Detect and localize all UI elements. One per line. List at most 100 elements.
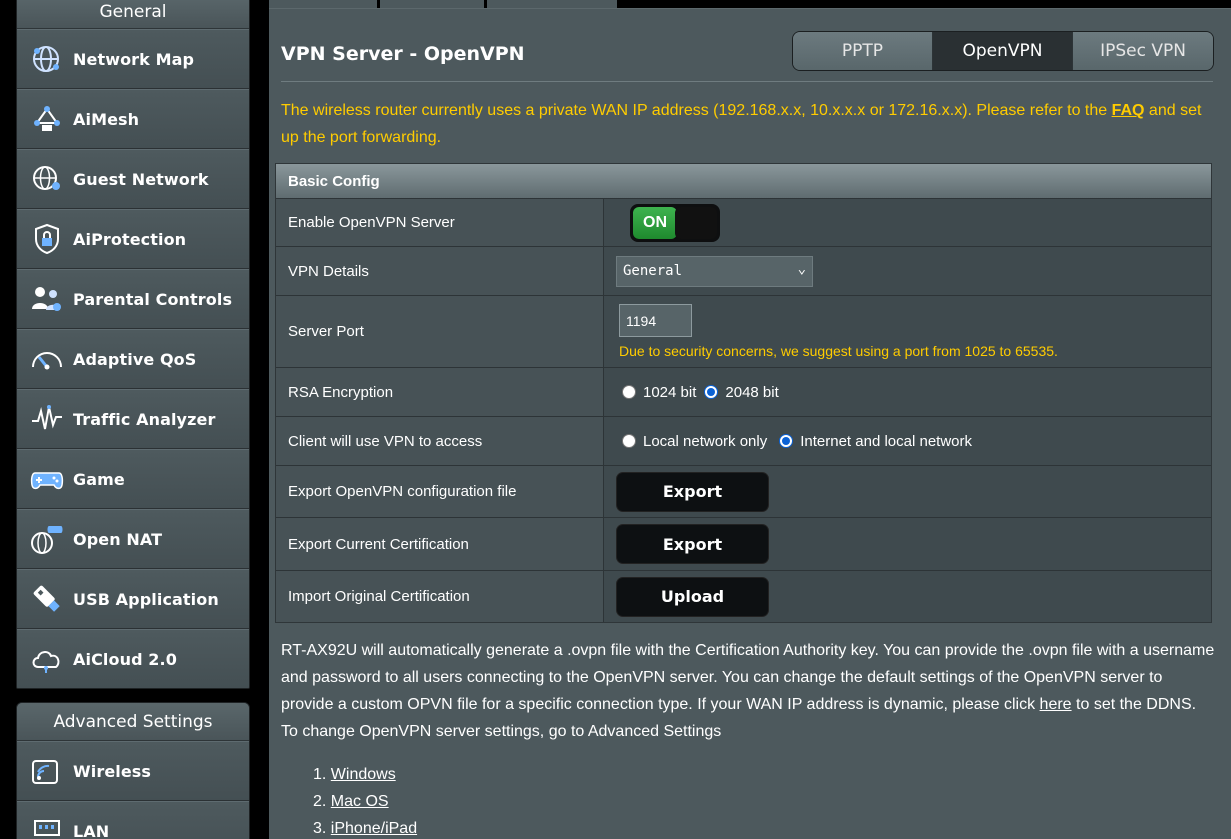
open-nat-icon	[23, 515, 71, 563]
aicloud-icon	[23, 635, 71, 683]
advanced-menu-header: Advanced Settings	[17, 703, 249, 741]
wan-ip-notice: The wireless router currently uses a pri…	[281, 97, 1216, 151]
access-internet-radio[interactable]: Internet and local network	[779, 433, 972, 450]
list-item: 2. Mac OS	[313, 793, 389, 810]
access-local-radio[interactable]: Local network only	[622, 433, 767, 450]
row-client-access: Client will use VPN to access Local netw…	[276, 416, 1211, 465]
sidebar-item-label: AiProtection	[73, 229, 187, 249]
macos-guide-link[interactable]: Mac OS	[331, 793, 389, 810]
sidebar-item-aimesh[interactable]: AiMesh	[17, 89, 249, 149]
sidebar-item-lan[interactable]: LAN	[17, 801, 249, 839]
enable-openvpn-label: Enable OpenVPN Server	[276, 199, 604, 246]
chevron-down-icon: ⌄	[797, 260, 806, 277]
sidebar-item-label: Guest Network	[73, 169, 209, 189]
guest-network-icon	[23, 155, 71, 203]
sidebar-item-adaptive-qos[interactable]: Adaptive QoS	[17, 329, 249, 389]
sidebar-item-guest-network[interactable]: Guest Network	[17, 149, 249, 209]
sidebar-item-label: Network Map	[73, 49, 195, 69]
main-panel: VPN Server - OpenVPN PPTP OpenVPN IPSec …	[269, 8, 1231, 839]
sidebar-item-wireless[interactable]: Wireless	[17, 741, 249, 801]
iphone-guide-link[interactable]: iPhone/iPad	[331, 820, 417, 837]
server-port-input[interactable]	[619, 304, 692, 337]
import-cert-label: Import Original Certification	[276, 571, 604, 622]
openvpn-description: RT-AX92U will automatically generate a .…	[281, 637, 1216, 745]
sidebar-item-parental-controls[interactable]: Parental Controls	[17, 269, 249, 329]
sidebar-item-label: LAN	[73, 821, 110, 839]
tab-ipsec-vpn[interactable]: IPSec VPN	[1073, 32, 1213, 70]
aimesh-icon	[23, 95, 71, 143]
lan-icon	[23, 807, 71, 839]
row-export-config: Export OpenVPN configuration file Export	[276, 465, 1211, 517]
row-server-port: Server Port Due to security concerns, we…	[276, 295, 1211, 367]
rsa-1024-radio[interactable]: 1024 bit	[622, 384, 696, 401]
enable-openvpn-toggle[interactable]: ON	[630, 203, 720, 242]
radio-dot-selected[interactable]	[779, 434, 794, 448]
radio-dot-selected[interactable]	[704, 385, 719, 399]
radio-label: 1024 bit	[643, 383, 697, 401]
game-icon	[23, 455, 71, 503]
export-cert-label: Export Current Certification	[276, 518, 604, 570]
faq-link[interactable]: FAQ	[1112, 102, 1145, 119]
notice-text: The wireless router currently uses a pri…	[281, 102, 1112, 119]
wireless-icon	[23, 747, 71, 795]
rsa-2048-radio[interactable]: 2048 bit	[704, 383, 779, 401]
vpn-details-value: General	[623, 263, 683, 279]
list-item: 3. iPhone/iPad	[313, 820, 418, 837]
row-enable-openvpn: Enable OpenVPN Server ON	[276, 198, 1211, 246]
export-config-button[interactable]: Export	[616, 471, 769, 512]
sidebar-item-open-nat[interactable]: Open NAT	[17, 509, 249, 569]
sidebar-item-aicloud[interactable]: AiCloud 2.0	[17, 629, 249, 688]
radio-label: Local network only	[643, 432, 768, 450]
top-tab[interactable]	[269, 0, 377, 8]
page-title: VPN Server - OpenVPN	[281, 43, 525, 65]
parental-controls-icon	[23, 275, 71, 323]
tab-pptp[interactable]: PPTP	[793, 32, 933, 70]
list-item: 1. Windows	[313, 766, 396, 783]
general-menu: General Network Map AiMesh Guest Network…	[16, 0, 250, 689]
radio-label: Internet and local network	[800, 432, 973, 450]
radio-dot[interactable]	[622, 434, 636, 448]
sidebar-item-label: Parental Controls	[73, 289, 233, 309]
top-tab[interactable]	[380, 0, 484, 8]
radio-dot[interactable]	[622, 385, 636, 399]
sidebar-item-label: USB Application	[73, 589, 219, 609]
general-menu-header: General	[17, 0, 249, 29]
windows-guide-link[interactable]: Windows	[331, 766, 396, 783]
ddns-here-link[interactable]: here	[1040, 696, 1072, 713]
usb-application-icon	[23, 575, 71, 623]
radio-label: 2048 bit	[725, 383, 779, 401]
row-export-cert: Export Current Certification Export	[276, 517, 1211, 570]
sidebar-item-label: Wireless	[73, 761, 152, 781]
sidebar-item-label: AiCloud 2.0	[73, 649, 177, 669]
sidebar-item-traffic-analyzer[interactable]: Traffic Analyzer	[17, 389, 249, 449]
row-rsa-encryption: RSA Encryption 1024 bit 2048 bit	[276, 367, 1211, 416]
vpn-details-label: VPN Details	[276, 247, 604, 295]
os-guide-list: 1. Windows 2. Mac OS 3. iPhone/iPad	[313, 761, 417, 839]
sidebar-item-label: Adaptive QoS	[73, 349, 197, 369]
client-access-label: Client will use VPN to access	[276, 417, 604, 465]
top-tab[interactable]	[487, 0, 617, 8]
server-port-hint: Due to security concerns, we suggest usi…	[619, 343, 1058, 359]
toggle-knob	[675, 206, 717, 239]
title-divider	[281, 81, 1213, 82]
sidebar-item-usb-application[interactable]: USB Application	[17, 569, 249, 629]
sidebar-item-label: Open NAT	[73, 529, 163, 549]
vpn-type-tabs: PPTP OpenVPN IPSec VPN	[792, 31, 1214, 71]
toggle-on-label: ON	[633, 206, 677, 239]
tab-openvpn[interactable]: OpenVPN	[933, 32, 1073, 70]
sidebar-item-label: Traffic Analyzer	[73, 409, 216, 429]
adaptive-qos-icon	[23, 335, 71, 383]
sidebar-item-label: AiMesh	[73, 109, 140, 129]
export-cert-button[interactable]: Export	[616, 524, 769, 564]
server-port-label: Server Port	[276, 296, 604, 367]
sidebar-item-label: Game	[73, 469, 125, 489]
sidebar-item-aiprotection[interactable]: AiProtection	[17, 209, 249, 269]
rsa-encryption-label: RSA Encryption	[276, 368, 604, 416]
sidebar-item-network-map[interactable]: Network Map	[17, 29, 249, 89]
row-import-cert: Import Original Certification Upload	[276, 570, 1211, 622]
upload-cert-button[interactable]: Upload	[616, 576, 769, 617]
vpn-details-select[interactable]: General ⌄	[616, 255, 813, 287]
sidebar-item-game[interactable]: Game	[17, 449, 249, 509]
advanced-menu: Advanced Settings Wireless LAN	[16, 702, 250, 839]
network-map-icon	[23, 35, 71, 83]
